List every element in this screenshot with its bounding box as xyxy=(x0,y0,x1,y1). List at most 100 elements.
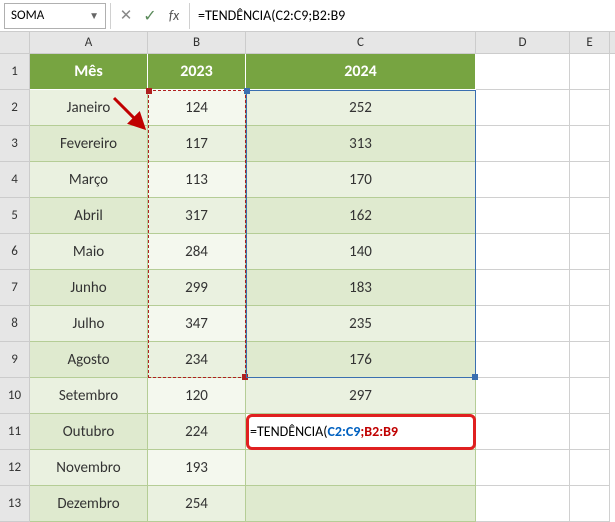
cell-mes[interactable]: Setembro xyxy=(30,378,148,414)
select-all-corner[interactable] xyxy=(0,32,30,54)
cell[interactable] xyxy=(570,198,610,234)
cell[interactable] xyxy=(570,342,610,378)
cell[interactable] xyxy=(476,450,570,486)
cell-2023[interactable]: 299 xyxy=(148,270,246,306)
formula-arg1: C2:C9 xyxy=(328,423,361,440)
cell[interactable] xyxy=(570,126,610,162)
cell-mes[interactable]: Junho xyxy=(30,270,148,306)
row-header[interactable]: 10 xyxy=(0,378,30,414)
row-header[interactable]: 12 xyxy=(0,450,30,486)
cell-2024[interactable]: 313 xyxy=(246,126,476,162)
row-header[interactable]: 5 xyxy=(0,198,30,234)
cell-2023[interactable]: 117 xyxy=(148,126,246,162)
table-row: 1 Mês 2023 2024 xyxy=(0,54,615,90)
formula-input[interactable]: =TENDÊNCIA(C2:C9;B2:B9 xyxy=(189,3,615,29)
cell[interactable] xyxy=(476,198,570,234)
row-header[interactable]: 9 xyxy=(0,342,30,378)
cell-2023[interactable]: 224 xyxy=(148,414,246,450)
cell-mes[interactable]: Outubro xyxy=(30,414,148,450)
col-header-e[interactable]: E xyxy=(570,32,610,53)
row-header[interactable]: 6 xyxy=(0,234,30,270)
cell[interactable] xyxy=(570,270,610,306)
cell-2023[interactable]: 120 xyxy=(148,378,246,414)
header-2024[interactable]: 2024 xyxy=(246,54,476,90)
cell-2023[interactable]: 193 xyxy=(148,450,246,486)
cell-2024[interactable]: 176 xyxy=(246,342,476,378)
cell-2023[interactable]: 234 xyxy=(148,342,246,378)
cell-mes[interactable]: Agosto xyxy=(30,342,148,378)
cell[interactable] xyxy=(570,486,610,522)
row-header[interactable]: 8 xyxy=(0,306,30,342)
cell-2023[interactable]: 317 xyxy=(148,198,246,234)
cell-2024[interactable] xyxy=(246,450,476,486)
cell-mes[interactable]: Julho xyxy=(30,306,148,342)
row-header[interactable]: 7 xyxy=(0,270,30,306)
row-header[interactable]: 13 xyxy=(0,486,30,522)
cell-2023[interactable]: 113 xyxy=(148,162,246,198)
row-header[interactable]: 2 xyxy=(0,90,30,126)
cell[interactable] xyxy=(570,306,610,342)
cell-2023[interactable]: 254 xyxy=(148,486,246,522)
table-row: 2 Janeiro 124 252 xyxy=(0,90,615,126)
cell[interactable] xyxy=(476,90,570,126)
cell-2024[interactable] xyxy=(246,486,476,522)
cell-mes[interactable]: Fevereiro xyxy=(30,126,148,162)
cell[interactable] xyxy=(476,270,570,306)
cell-2023[interactable]: 347 xyxy=(148,306,246,342)
rows: 1 Mês 2023 2024 2 Janeiro 124 252 3 Feve… xyxy=(0,54,615,522)
cell-2024[interactable]: 162 xyxy=(246,198,476,234)
cell-2024[interactable]: 297 xyxy=(246,378,476,414)
cell-2024[interactable]: 170 xyxy=(246,162,476,198)
cell[interactable] xyxy=(476,378,570,414)
col-header-d[interactable]: D xyxy=(476,32,570,53)
formula-eq: = xyxy=(250,423,257,440)
row-header[interactable]: 3 xyxy=(0,126,30,162)
cell[interactable] xyxy=(476,414,570,450)
cell[interactable] xyxy=(476,126,570,162)
cell[interactable] xyxy=(570,234,610,270)
col-header-c[interactable]: C xyxy=(246,32,476,53)
cell-mes[interactable]: Março xyxy=(30,162,148,198)
enter-icon[interactable]: ✓ xyxy=(139,5,161,27)
fx-icon[interactable]: fx xyxy=(163,5,185,27)
cell-mes[interactable]: Novembro xyxy=(30,450,148,486)
column-headers: A B C D E xyxy=(30,32,615,54)
formula-text: =TENDÊNCIA(C2:C9;B2:B9 xyxy=(198,7,345,24)
cell[interactable] xyxy=(570,450,610,486)
cell[interactable] xyxy=(476,162,570,198)
cell[interactable] xyxy=(476,234,570,270)
cell[interactable] xyxy=(570,378,610,414)
table-row: 13 Dezembro 254 xyxy=(0,486,615,522)
cell-2024[interactable]: 252 xyxy=(246,90,476,126)
row-header[interactable]: 11 xyxy=(0,414,30,450)
cell[interactable] xyxy=(570,54,610,90)
cell-mes[interactable]: Maio xyxy=(30,234,148,270)
cell[interactable] xyxy=(476,54,570,90)
cell-2024[interactable]: 140 xyxy=(246,234,476,270)
col-header-b[interactable]: B xyxy=(148,32,246,53)
cell[interactable] xyxy=(570,162,610,198)
cell[interactable] xyxy=(570,90,610,126)
cell-2024[interactable]: 183 xyxy=(246,270,476,306)
header-2023[interactable]: 2023 xyxy=(148,54,246,90)
cell-2023[interactable]: 124 xyxy=(148,90,246,126)
chevron-down-icon[interactable]: ▼ xyxy=(89,9,99,22)
cell-mes[interactable]: Dezembro xyxy=(30,486,148,522)
cell-2023[interactable]: 284 xyxy=(148,234,246,270)
cell[interactable] xyxy=(476,342,570,378)
table-row: 5 Abril 317 162 xyxy=(0,198,615,234)
cell-mes[interactable]: Janeiro xyxy=(30,90,148,126)
cell[interactable] xyxy=(476,486,570,522)
cell-formula[interactable]: =TENDÊNCIA(C2:C9;B2:B9 xyxy=(246,414,476,450)
name-box[interactable]: SOMA ▼ xyxy=(4,3,106,29)
cancel-icon[interactable]: ✕ xyxy=(115,5,137,27)
row-header[interactable]: 4 xyxy=(0,162,30,198)
row-header[interactable]: 1 xyxy=(0,54,30,90)
header-mes[interactable]: Mês xyxy=(30,54,148,90)
cell-2024[interactable]: 235 xyxy=(246,306,476,342)
cell[interactable] xyxy=(476,306,570,342)
col-header-a[interactable]: A xyxy=(30,32,148,53)
cell-mes[interactable]: Abril xyxy=(30,198,148,234)
cell[interactable] xyxy=(570,414,610,450)
formula-arg2: B2:B9 xyxy=(364,423,398,440)
